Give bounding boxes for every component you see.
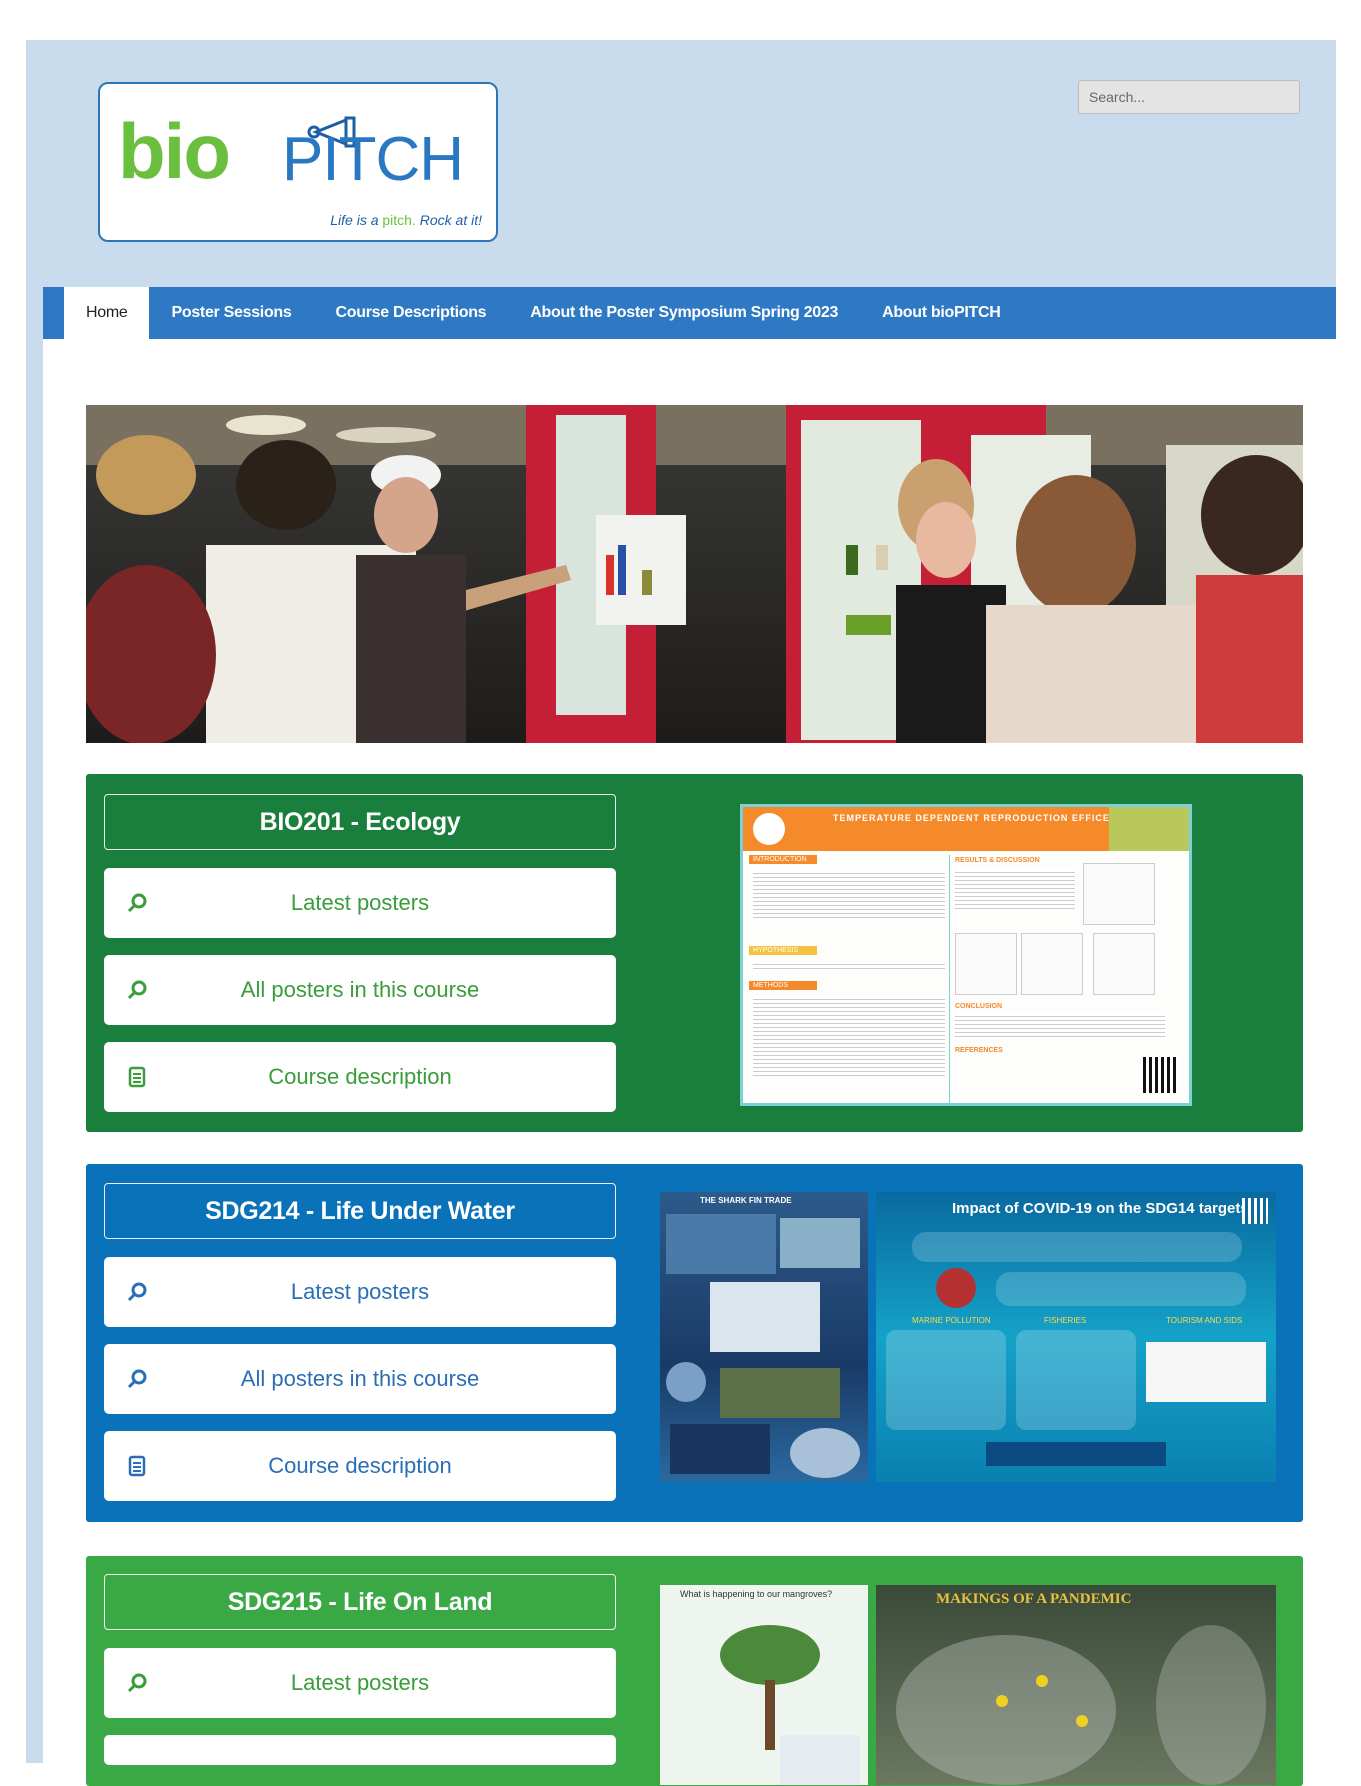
poster-heading: REFERENCES [955, 1047, 1003, 1054]
poster-heading: MARINE POLLUTION [912, 1316, 991, 1325]
nav-course-descriptions[interactable]: Course Descriptions [314, 287, 509, 339]
poster-thumbnail[interactable]: What is happening to our mangroves? [660, 1585, 868, 1785]
poster-thumbnail[interactable]: MAKINGS OF A PANDEMIC [876, 1585, 1276, 1785]
poster-title: TEMPERATURE DEPENDENT REPRODUCTION EFFIC… [833, 813, 1132, 823]
poster-heading: FISHERIES [1044, 1316, 1087, 1325]
poster-thumbnail[interactable]: THE SHARK FIN TRADE [660, 1192, 868, 1482]
nav-poster-sessions[interactable]: Poster Sessions [149, 287, 313, 339]
nav-about-biopitch[interactable]: About bioPITCH [860, 287, 1022, 339]
course-title: SDG215 - Life On Land [104, 1574, 616, 1630]
course-description-button[interactable]: Course description [104, 1431, 616, 1501]
course-section-sdg214: SDG214 - Life Under Water Latest posters… [86, 1164, 1303, 1522]
poster-title: What is happening to our mangroves? [680, 1589, 833, 1599]
button-label: Latest posters [290, 890, 430, 915]
search-input[interactable] [1078, 80, 1300, 114]
poster-heading: RESULTS & DISCUSSION [955, 857, 1040, 864]
magnifier-icon [127, 1369, 147, 1389]
poster-title: Impact of COVID-19 on the SDG14 targets [952, 1200, 1249, 1217]
main-content: BIO201 - Ecology Latest posters All post… [43, 339, 1336, 1786]
page-header-background: bio PITCH Life is a pitch. Rock at it! H… [26, 40, 1336, 1786]
poster-heading: HYPOTHESIS [749, 946, 817, 955]
all-posters-button[interactable] [104, 1735, 616, 1765]
document-icon [128, 1455, 146, 1477]
poster-title: MAKINGS OF A PANDEMIC [936, 1591, 1132, 1607]
nav-about-symposium[interactable]: About the Poster Symposium Spring 2023 [508, 287, 860, 339]
course-title: SDG214 - Life Under Water [104, 1183, 616, 1239]
poster-thumbnail[interactable]: TEMPERATURE DEPENDENT REPRODUCTION EFFIC… [740, 804, 1192, 1106]
latest-posters-button[interactable]: Latest posters [104, 868, 616, 938]
button-label: All posters in this course [240, 977, 480, 1002]
all-posters-button[interactable]: All posters in this course [104, 1344, 616, 1414]
poster-heading: TOURISM AND SIDS [1166, 1316, 1243, 1325]
course-description-button[interactable]: Course description [104, 1042, 616, 1112]
document-icon [128, 1066, 146, 1088]
poster-heading: CONCLUSION [955, 1003, 1003, 1010]
course-section-sdg215: SDG215 - Life On Land Latest posters Wha… [86, 1556, 1303, 1786]
latest-posters-button[interactable]: Latest posters [104, 1257, 616, 1327]
magnifier-icon [127, 980, 147, 1000]
button-label: Course description [268, 1453, 452, 1478]
course-section-bio201: BIO201 - Ecology Latest posters All post… [86, 774, 1303, 1132]
poster-heading: METHODS [749, 981, 817, 990]
magnifier-icon [127, 893, 147, 913]
course-title: BIO201 - Ecology [104, 794, 616, 850]
poster-session-photo [86, 405, 1303, 743]
logo-tagline: Life is a pitch. Rock at it! [330, 212, 482, 228]
button-label: All posters in this course [240, 1366, 480, 1391]
main-navigation: Home Poster Sessions Course Descriptions… [43, 287, 1336, 339]
site-logo[interactable]: bio PITCH Life is a pitch. Rock at it! [98, 82, 498, 242]
poster-heading: INTRODUCTION [749, 855, 817, 864]
button-label: Latest posters [290, 1279, 430, 1304]
all-posters-button[interactable]: All posters in this course [104, 955, 616, 1025]
poster-thumbnail[interactable]: Impact of COVID-19 on the SDG14 targets … [876, 1192, 1276, 1482]
magnifier-icon [127, 1282, 147, 1302]
button-label: Course description [268, 1064, 452, 1089]
poster-title: THE SHARK FIN TRADE [700, 1196, 792, 1205]
magnifier-icon [127, 1673, 147, 1693]
nav-home[interactable]: Home [64, 287, 150, 339]
logo-bio-text: bio [118, 107, 231, 195]
logo-pitch-text: PITCH [282, 125, 464, 194]
button-label: Latest posters [290, 1670, 430, 1695]
hero-photo [86, 405, 1303, 743]
latest-posters-button[interactable]: Latest posters [104, 1648, 616, 1718]
